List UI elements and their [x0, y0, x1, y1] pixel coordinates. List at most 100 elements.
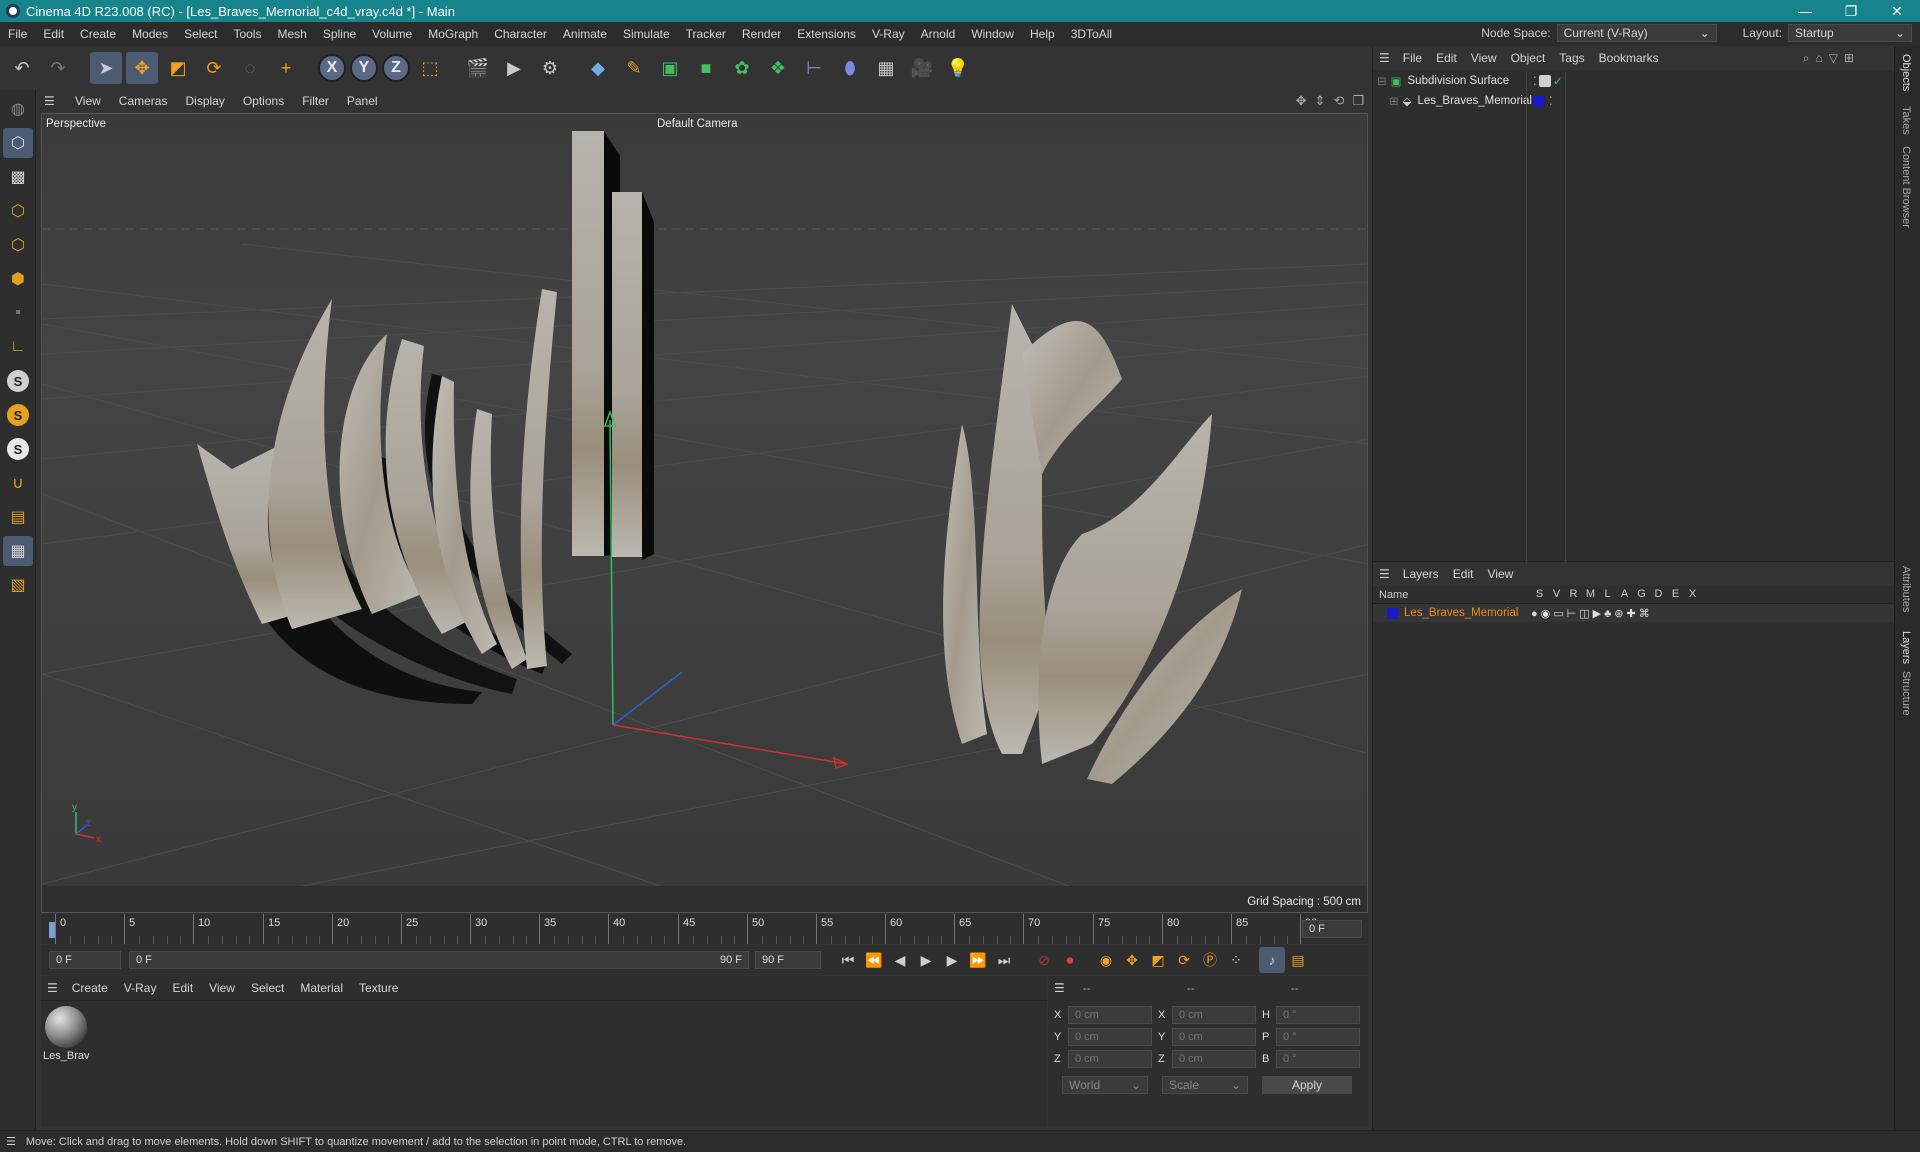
menu-modes[interactable]: Modes — [124, 27, 176, 41]
menu-volume[interactable]: Volume — [364, 27, 420, 41]
undo-icon[interactable]: ↶ — [6, 52, 38, 84]
sound-icon[interactable]: ♪ — [1259, 947, 1285, 973]
material-swatch[interactable]: Les_Brav — [43, 1006, 89, 1062]
objects-menu-edit[interactable]: Edit — [1429, 51, 1464, 65]
layers-menu-edit[interactable]: Edit — [1446, 567, 1481, 581]
parameter-key-icon[interactable]: Ⓟ — [1197, 947, 1223, 973]
menu-mograph[interactable]: MoGraph — [420, 27, 486, 41]
z-axis-lock-icon[interactable]: Z — [382, 54, 410, 82]
dolly-view-icon[interactable]: ⇕ — [1315, 93, 1326, 109]
material-menu-select[interactable]: Select — [243, 981, 292, 995]
coord-value-field[interactable]: 0 ° — [1276, 1050, 1360, 1068]
grid-workplane-icon[interactable]: ▦ — [3, 536, 33, 566]
edit-toggle-icon[interactable] — [1539, 75, 1551, 87]
expand-icon[interactable]: ⊞ — [1389, 94, 1399, 108]
objects-menu-file[interactable]: File — [1396, 51, 1429, 65]
frame-range-slider[interactable]: 0 F 90 F — [129, 951, 749, 969]
layers-col-header[interactable]: M — [1585, 588, 1596, 600]
texture-mode-icon[interactable]: ▩ — [3, 162, 33, 192]
camera-icon[interactable]: 🎥 — [906, 52, 938, 84]
menu-3dtoall[interactable]: 3DToAll — [1063, 27, 1120, 41]
position-key-icon[interactable]: ✥ — [1119, 947, 1145, 973]
material-menu-view[interactable]: View — [201, 981, 243, 995]
field-icon[interactable]: ⬮ — [834, 52, 866, 84]
enabled-check-icon[interactable]: ✓ — [1553, 74, 1563, 88]
menu-render[interactable]: Render — [734, 27, 789, 41]
magnet-icon[interactable]: ∪ — [3, 468, 33, 498]
coordinate-system-icon[interactable]: ⬚ — [414, 52, 446, 84]
coord-value-field[interactable]: 0 cm — [1172, 1006, 1256, 1024]
array-icon[interactable]: ❖ — [762, 52, 794, 84]
redo-icon[interactable]: ↷ — [42, 52, 74, 84]
layers-col-header[interactable]: D — [1653, 588, 1664, 600]
menu-simulate[interactable]: Simulate — [615, 27, 678, 41]
layers-col-header[interactable]: E — [1670, 588, 1681, 600]
layer-flags-icons[interactable]: ●◉▭⊢◫▶♣⊛✚⌘ — [1531, 607, 1653, 620]
material-menu-vray[interactable]: V-Ray — [116, 981, 165, 995]
solo-hierarchy-icon[interactable]: S — [3, 400, 33, 430]
layers-col-header[interactable]: G — [1636, 588, 1647, 600]
visibility-dots-icon[interactable]: ⁚ — [1549, 94, 1553, 108]
viewport-menu-view[interactable]: View — [66, 94, 110, 108]
layers-col-header[interactable]: A — [1619, 588, 1630, 600]
menu-file[interactable]: File — [0, 27, 35, 41]
tab-content-browser[interactable]: Content Browser — [1900, 146, 1912, 228]
hamburger-icon[interactable]: ☰ — [47, 981, 58, 995]
objects-menu-object[interactable]: Object — [1504, 51, 1553, 65]
recent-tools-icon[interactable]: ◌ — [234, 52, 266, 84]
coord-value-field[interactable]: 0 cm — [1068, 1028, 1152, 1046]
pan-view-icon[interactable]: ✥ — [1296, 93, 1307, 109]
hamburger-icon[interactable]: ☰ — [1054, 981, 1065, 995]
previous-key-icon[interactable]: ⏪ — [861, 947, 887, 973]
tab-objects[interactable]: Objects — [1900, 54, 1912, 91]
coord-value-field[interactable]: 0 cm — [1068, 1006, 1152, 1024]
go-to-end-icon[interactable]: ⏭ — [991, 947, 1017, 973]
menu-help[interactable]: Help — [1022, 27, 1063, 41]
coord-value-field[interactable]: 0 ° — [1276, 1028, 1360, 1046]
viewport-camera[interactable]: Default Camera — [657, 118, 738, 130]
material-menu-create[interactable]: Create — [64, 981, 116, 995]
axis-mode-icon[interactable]: ∟ — [3, 332, 33, 362]
layer-color-swatch[interactable] — [1387, 607, 1398, 619]
subdivision-surface-icon[interactable]: ▣ — [654, 52, 686, 84]
y-axis-lock-icon[interactable]: Y — [350, 54, 378, 82]
point-level-animation-icon[interactable]: ⁘ — [1223, 947, 1249, 973]
visibility-dots-icon[interactable]: ⁚ — [1533, 74, 1537, 88]
solo-off-icon[interactable]: S — [3, 434, 33, 464]
layers-col-header[interactable]: V — [1551, 588, 1562, 600]
extrude-icon[interactable]: ■ — [690, 52, 722, 84]
deformer-icon[interactable]: ⊢ — [798, 52, 830, 84]
material-menu-texture[interactable]: Texture — [351, 981, 406, 995]
menu-mesh[interactable]: Mesh — [269, 27, 314, 41]
menu-create[interactable]: Create — [72, 27, 124, 41]
go-to-start-icon[interactable]: ⏮ — [835, 947, 861, 973]
menu-extensions[interactable]: Extensions — [789, 27, 864, 41]
coord-value-field[interactable]: 0 ° — [1276, 1006, 1360, 1024]
hamburger-icon[interactable]: ☰ — [6, 1135, 16, 1148]
model-mode-icon[interactable]: ⬡ — [3, 128, 33, 158]
playhead[interactable] — [49, 922, 55, 938]
coord-value-field[interactable]: 0 cm — [1172, 1050, 1256, 1068]
menu-edit[interactable]: Edit — [35, 27, 72, 41]
points-mode-icon[interactable]: ⬡ — [3, 196, 33, 226]
material-menu-material[interactable]: Material — [292, 981, 351, 995]
play-icon[interactable]: ▶ — [913, 947, 939, 973]
viewport-menu-filter[interactable]: Filter — [293, 94, 338, 108]
viewport-menu-panel[interactable]: Panel — [338, 94, 387, 108]
layers-menu-layers[interactable]: Layers — [1396, 567, 1446, 581]
menu-character[interactable]: Character — [486, 27, 555, 41]
minimize-button[interactable]: — — [1782, 0, 1828, 22]
hamburger-icon[interactable]: ☰ — [1379, 567, 1390, 581]
coord-value-field[interactable]: 0 cm — [1172, 1028, 1256, 1046]
x-axis-lock-icon[interactable]: X — [318, 54, 346, 82]
polygons-mode-icon[interactable]: ⬢ — [3, 264, 33, 294]
tab-takes[interactable]: Takes — [1900, 106, 1912, 135]
next-frame-icon[interactable]: ▶ — [939, 947, 965, 973]
menu-select[interactable]: Select — [176, 27, 225, 41]
coord-value-field[interactable]: 0 cm — [1068, 1050, 1152, 1068]
node-space-dropdown[interactable]: Current (V-Ray) ⌄ — [1556, 24, 1717, 42]
pen-spline-icon[interactable]: ✎ — [618, 52, 650, 84]
tab-structure[interactable]: Structure — [1900, 671, 1912, 716]
collapse-icon[interactable]: ⊟ — [1377, 74, 1387, 88]
rotate-tool-icon[interactable]: ⟳ — [198, 52, 230, 84]
